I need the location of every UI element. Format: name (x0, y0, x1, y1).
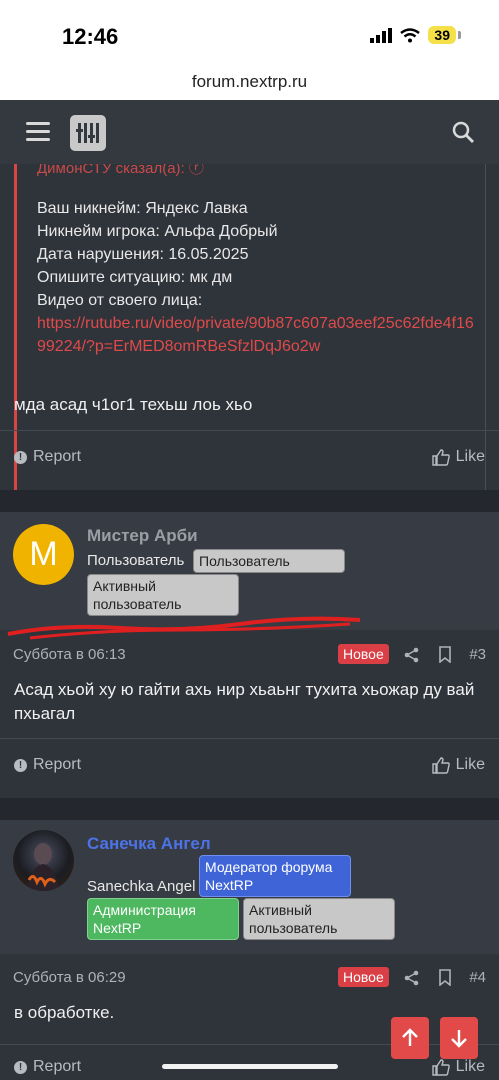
quote-header[interactable]: ДимонСТУ сказал(а): ⓡ (37, 164, 204, 178)
battery-indicator: 39 (428, 26, 456, 44)
status-icons: 39 (370, 26, 461, 44)
report-label: Report (33, 756, 82, 773)
hamburger-menu-icon[interactable] (26, 122, 50, 142)
like-label: Like (455, 756, 485, 773)
report-icon: ! (14, 450, 27, 464)
thumbs-up-icon (431, 756, 450, 774)
admin-banner: Администрация NextRP (87, 898, 239, 940)
status-bar: 12:46 39 forum.nextrp.ru (0, 0, 499, 100)
user-title: Sanechka Angel (87, 878, 196, 895)
post-gap (0, 490, 499, 512)
quote-body: Ваш никнейм: Яндекс Лавка Никнейм игрока… (37, 197, 477, 358)
post-date[interactable]: Суббота в 06:29 (13, 969, 126, 986)
post-number[interactable]: #4 (469, 969, 486, 986)
scroll-down-button[interactable] (440, 1017, 478, 1059)
new-badge: Новое (338, 644, 389, 664)
like-label: Like (455, 448, 485, 465)
quote-line: Дата нарушения: 16.05.2025 (37, 246, 249, 263)
post-actions: ! Report Like (0, 440, 499, 480)
report-label: Report (33, 448, 82, 465)
avatar[interactable] (13, 830, 74, 891)
post-meta: Суббота в 06:13 Новое #3 (0, 640, 499, 670)
video-link[interactable]: https://rutube.ru/video/private/90b87c60… (37, 312, 477, 358)
report-icon: ! (14, 1060, 27, 1074)
quote-line: Никнейм игрока: Альфа Добрый (37, 223, 278, 240)
report-button[interactable]: ! Report (14, 756, 81, 774)
status-time: 12:46 (62, 24, 119, 49)
post-text: Асад хьой ху ю гайти ахь нир хьаьнг тухи… (14, 680, 475, 723)
new-badge: Новое (338, 967, 389, 987)
thumbs-up-icon (431, 1058, 450, 1076)
post-date[interactable]: Суббота в 06:13 (13, 646, 126, 663)
share-icon[interactable] (404, 970, 420, 986)
arrow-down-icon (451, 1030, 467, 1048)
signal-icon (370, 27, 393, 43)
scroll-up-button[interactable] (391, 1017, 429, 1059)
battery-tip (458, 31, 461, 39)
share-icon[interactable] (404, 647, 420, 663)
post-gap (0, 798, 499, 820)
moderator-banner: Модератор форума NextRP (199, 855, 351, 897)
report-button[interactable]: ! Report (14, 448, 81, 466)
report-button[interactable]: ! Report (14, 1058, 81, 1076)
post-author-block: Санечка Ангел Sanechka Angel Модератор ф… (0, 820, 499, 954)
post-actions: ! Report Like (0, 748, 499, 788)
divider (0, 430, 499, 431)
thread-content: ДимонСТУ сказал(а): ⓡ Ваш никнейм: Яндек… (0, 164, 499, 1080)
like-button[interactable]: Like (431, 448, 485, 466)
author-name[interactable]: Мистер Арби (87, 526, 198, 546)
like-label: Like (455, 1058, 485, 1075)
thumbs-up-icon (431, 448, 450, 466)
avatar[interactable]: M (13, 524, 74, 585)
post-author-block: M Мистер Арби Пользователь Пользователь … (0, 512, 499, 630)
author-name[interactable]: Санечка Ангел (87, 834, 211, 854)
user-banner: Активный пользователь (243, 898, 395, 940)
report-icon: ! (14, 758, 27, 772)
search-icon[interactable] (451, 120, 475, 144)
divider (0, 738, 499, 739)
like-button[interactable]: Like (431, 1058, 485, 1076)
quote-line: Видео от своего лица: (37, 292, 203, 309)
user-banner: Активный пользователь (87, 574, 239, 616)
quote-line: Опишите ситуацию: мк дм (37, 269, 233, 286)
report-label: Report (33, 1058, 82, 1075)
post-number[interactable]: #3 (469, 646, 486, 663)
quote-line: Ваш никнейм: Яндекс Лавка (37, 200, 248, 217)
user-title: Пользователь (87, 552, 185, 569)
bookmark-icon[interactable] (438, 969, 452, 986)
forum-top-nav (0, 100, 499, 164)
quote-block: ДимонСТУ сказал(а): ⓡ Ваш никнейм: Яндек… (14, 164, 486, 544)
like-button[interactable]: Like (431, 756, 485, 774)
home-indicator[interactable] (162, 1064, 338, 1069)
post-text: мда асад ч1ог1 техьш лоь хьо (14, 395, 253, 414)
arrow-up-icon (402, 1028, 418, 1046)
post-meta: Суббота в 06:29 Новое #4 (0, 963, 499, 993)
forum-logo-icon[interactable] (70, 115, 106, 151)
url-bar[interactable]: forum.nextrp.ru (0, 72, 499, 92)
user-banner: Пользователь (193, 549, 345, 573)
wifi-icon (400, 27, 421, 42)
bookmark-icon[interactable] (438, 646, 452, 663)
